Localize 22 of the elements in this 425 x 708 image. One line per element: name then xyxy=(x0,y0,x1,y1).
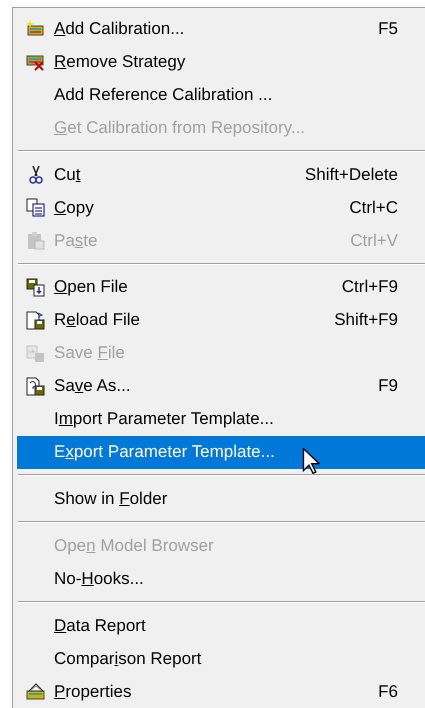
floppy-disk-icon xyxy=(26,278,45,297)
menu-item[interactable]: Remove Strategy xyxy=(17,45,425,78)
properties-icon xyxy=(26,682,45,701)
file-disk-icon xyxy=(26,344,45,363)
menu-item[interactable]: Copy Ctrl+C xyxy=(17,190,425,224)
add-calibration-icon xyxy=(26,19,45,38)
file-disk-icon xyxy=(26,310,45,330)
menu-item[interactable]: Comparison Report xyxy=(17,642,425,675)
menu-item[interactable]: Add Calibration... F5 xyxy=(17,12,425,45)
clipboard-icon xyxy=(26,230,45,250)
menu-item[interactable]: Properties F6 xyxy=(17,674,425,708)
menu-item[interactable]: Save As... F9 xyxy=(17,370,425,403)
menu-item[interactable]: Reload File Shift+F9 xyxy=(17,304,425,337)
menu-item[interactable]: Data Report xyxy=(17,608,425,642)
menu-item[interactable]: No-Hooks... xyxy=(17,562,425,596)
file-question-icon xyxy=(26,376,45,396)
menu-item[interactable]: Import Parameter Template... xyxy=(17,402,425,436)
menu-item[interactable]: Show in Folder xyxy=(17,482,425,516)
copy-icon xyxy=(26,198,45,217)
menu-item[interactable]: Cut Shift+Delete xyxy=(17,158,425,191)
menu-item[interactable]: Add Reference Calibration ... xyxy=(17,78,425,111)
menu-item[interactable]: Open File Ctrl+F9 xyxy=(17,270,425,304)
